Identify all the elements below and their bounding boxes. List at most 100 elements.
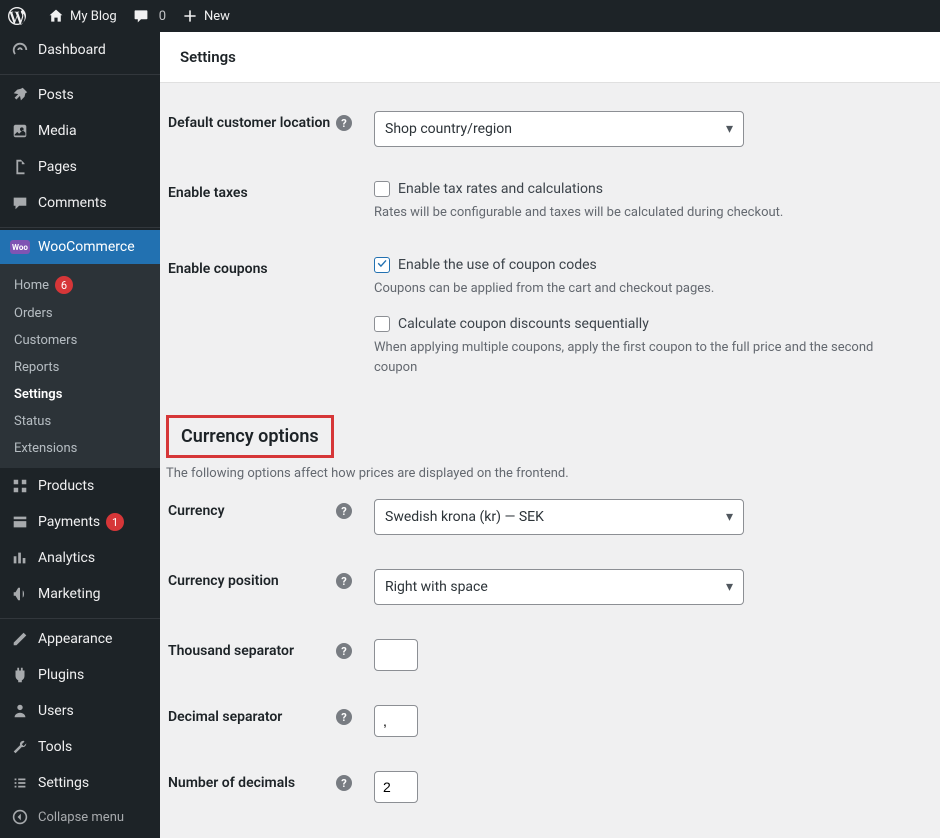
help-icon[interactable]: ? [336,503,352,519]
page-title: Settings [180,48,920,66]
comments-count: 0 [159,9,166,24]
menu-media-label: Media [38,123,77,139]
menu-plugins[interactable]: Plugins [0,657,160,693]
enable-coupons-label: Enable coupons [168,261,268,277]
settings-icon [10,773,30,793]
appearance-icon [10,629,30,649]
submenu-reports[interactable]: Reports [0,354,160,381]
currency-position-select[interactable]: Right with space ▾ [374,569,744,605]
menu-payments-label: Payments [38,514,100,530]
help-icon[interactable]: ? [336,643,352,659]
admin-sidebar: Dashboard Posts Media Pages Comments Woo… [0,32,160,838]
currency-value: Swedish krona (kr) — SEK [385,509,544,525]
menu-pages[interactable]: Pages [0,149,160,185]
submenu-extensions[interactable]: Extensions [0,435,160,462]
wordpress-icon [8,7,26,25]
payments-icon [10,512,30,532]
pages-icon [10,157,30,177]
chevron-down-icon: ▾ [726,509,733,525]
default-location-select[interactable]: Shop country/region ▾ [374,111,744,147]
thousand-separator-input[interactable] [374,639,418,671]
currency-label: Currency [168,503,332,519]
wp-logo-button[interactable] [0,0,40,32]
enable-coupons-checkbox[interactable] [374,257,390,273]
menu-tools-label: Tools [38,739,72,755]
menu-dashboard[interactable]: Dashboard [0,32,160,68]
menu-users[interactable]: Users [0,693,160,729]
menu-products-label: Products [38,478,94,494]
menu-plugins-label: Plugins [38,667,84,683]
admin-bar: My Blog 0 New [0,0,940,32]
help-icon[interactable]: ? [336,709,352,725]
submenu-home-label: Home [14,278,49,293]
new-content-link[interactable]: New [174,0,238,32]
chevron-down-icon: ▾ [726,579,733,595]
comments-icon [10,193,30,213]
decimal-separator-input[interactable] [374,705,418,737]
plus-icon [182,8,198,24]
comment-icon [133,8,149,24]
enable-taxes-desc: Rates will be configurable and taxes wil… [374,203,908,223]
woocommerce-icon: Woo [10,240,30,254]
menu-posts-label: Posts [38,87,74,103]
sequential-coupons-desc: When applying multiple coupons, apply th… [374,338,908,377]
page-header: Settings [160,32,940,83]
menu-wp-settings-label: Settings [38,775,89,791]
collapse-menu[interactable]: Collapse menu [0,801,160,833]
menu-dashboard-label: Dashboard [38,42,106,58]
help-icon[interactable]: ? [336,115,352,131]
payments-badge: 1 [106,513,124,531]
menu-analytics-label: Analytics [38,550,95,566]
plugins-icon [10,665,30,685]
menu-woocommerce[interactable]: Woo WooCommerce [0,230,160,264]
enable-coupons-desc: Coupons can be applied from the cart and… [374,279,908,299]
submenu-customers[interactable]: Customers [0,327,160,354]
enable-coupons-checkbox-label: Enable the use of coupon codes [398,257,597,273]
currency-options-desc: The following options affect how prices … [160,458,920,481]
enable-taxes-checkbox[interactable] [374,181,390,197]
submenu-status[interactable]: Status [0,408,160,435]
site-name-link[interactable]: My Blog [40,0,125,32]
marketing-icon [10,584,30,604]
comments-link[interactable]: 0 [125,0,174,32]
chevron-down-icon: ▾ [726,121,733,137]
submenu-home[interactable]: Home 6 [0,270,160,300]
currency-settings-table: Currency? Swedish krona (kr) — SEK ▾ Cur… [160,481,920,821]
default-location-value: Shop country/region [385,121,512,137]
settings-form: Default customer location ? Shop country… [160,83,940,838]
general-settings-table: Default customer location ? Shop country… [160,93,920,395]
menu-separator [0,614,160,619]
menu-marketing[interactable]: Marketing [0,576,160,612]
sequential-coupons-checkbox[interactable] [374,316,390,332]
number-of-decimals-input[interactable] [374,771,418,803]
content-area: Settings Default customer location ? Sho… [160,32,940,838]
menu-comments[interactable]: Comments [0,185,160,221]
decimal-separator-label: Decimal separator [168,709,332,725]
submenu-orders[interactable]: Orders [0,300,160,327]
menu-posts[interactable]: Posts [0,77,160,113]
help-icon[interactable]: ? [336,775,352,791]
menu-tools[interactable]: Tools [0,729,160,765]
menu-separator [0,70,160,75]
products-icon [10,476,30,496]
currency-position-value: Right with space [385,579,488,595]
menu-comments-label: Comments [38,195,107,211]
menu-appearance[interactable]: Appearance [0,621,160,657]
new-label: New [204,9,230,24]
analytics-icon [10,548,30,568]
menu-products[interactable]: Products [0,468,160,504]
default-location-label: Default customer location [168,115,332,131]
menu-woocommerce-label: WooCommerce [38,239,135,255]
enable-taxes-label: Enable taxes [168,185,248,201]
currency-select[interactable]: Swedish krona (kr) — SEK ▾ [374,499,744,535]
submenu-settings[interactable]: Settings [0,381,160,408]
menu-media[interactable]: Media [0,113,160,149]
users-icon [10,701,30,721]
menu-analytics[interactable]: Analytics [0,540,160,576]
woocommerce-submenu: Home 6 Orders Customers Reports Settings… [0,264,160,468]
help-icon[interactable]: ? [336,573,352,589]
menu-wp-settings[interactable]: Settings [0,765,160,801]
thousand-separator-label: Thousand separator [168,643,332,659]
currency-position-label: Currency position [168,573,332,589]
menu-payments[interactable]: Payments 1 [0,504,160,540]
